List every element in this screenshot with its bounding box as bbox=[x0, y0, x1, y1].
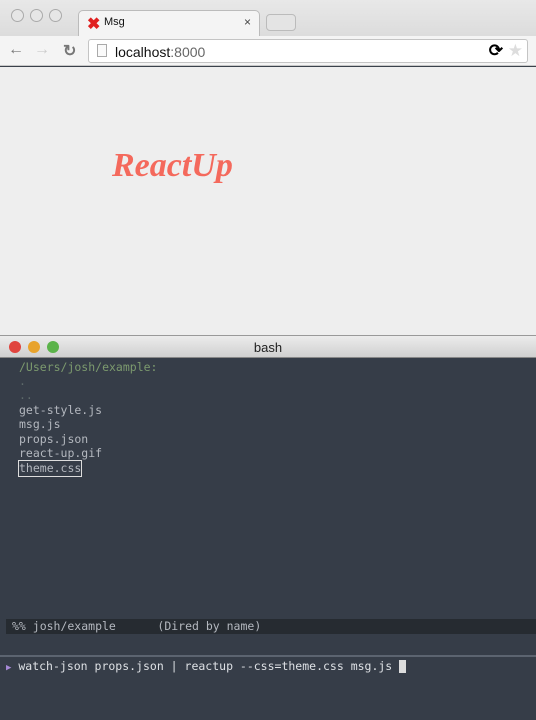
back-arrow-icon[interactable]: ← bbox=[8, 41, 24, 59]
tab-bar: ✖ Msg × bbox=[0, 0, 536, 36]
reactup-heading: ReactUp bbox=[112, 147, 233, 184]
dired-entry[interactable]: msg.js bbox=[19, 417, 61, 432]
dired-entry[interactable]: get-style.js bbox=[19, 403, 102, 418]
tab-title: Msg bbox=[104, 16, 125, 28]
text-cursor bbox=[399, 660, 407, 673]
dired-entry[interactable]: react-up.gif bbox=[19, 446, 102, 461]
reload-icon[interactable]: ↻ bbox=[63, 41, 76, 61]
forward-arrow-icon[interactable]: → bbox=[34, 41, 50, 59]
tab-close-icon[interactable]: × bbox=[244, 15, 251, 29]
page-content: ReactUp bbox=[0, 67, 536, 335]
close-window-button[interactable] bbox=[11, 9, 24, 22]
shell-command: watch-json props.json | reactup --css=th… bbox=[18, 659, 393, 673]
address-bar[interactable]: localhost:8000 ⟳ ★ bbox=[88, 39, 528, 63]
pane-divider bbox=[0, 655, 536, 657]
star-icon[interactable]: ★ bbox=[508, 41, 523, 61]
browser-toolbar: ← → ↻ localhost:8000 ⟳ ★ bbox=[0, 36, 536, 66]
url-text: localhost:8000 bbox=[115, 44, 206, 60]
dired-entry-selected[interactable]: theme.css bbox=[17, 460, 83, 477]
new-tab-button[interactable] bbox=[266, 14, 296, 31]
refresh-icon[interactable]: ⟳ bbox=[489, 41, 503, 61]
tab-msg[interactable]: ✖ Msg × bbox=[78, 10, 260, 36]
shell-prompt[interactable]: ▶ watch-json props.json | reactup --css=… bbox=[6, 658, 407, 676]
zoom-window-button[interactable] bbox=[49, 9, 62, 22]
prompt-arrow-icon: ▶ bbox=[6, 663, 12, 673]
dired-header: /Users/josh/example: bbox=[19, 360, 158, 374]
page-icon bbox=[97, 44, 107, 57]
minimize-window-button[interactable] bbox=[30, 9, 43, 22]
terminal-title: bash bbox=[253, 340, 283, 355]
dired-entry[interactable]: . bbox=[19, 374, 26, 389]
favicon-x-icon: ✖ bbox=[87, 16, 101, 33]
dired-entry[interactable]: props.json bbox=[19, 432, 88, 447]
terminal[interactable]: /Users/josh/example: . .. get-style.js m… bbox=[0, 358, 536, 720]
terminal-titlebar: bash bbox=[0, 335, 536, 358]
emacs-modeline: %% josh/example (Dired by name) bbox=[6, 619, 536, 634]
dired-entry[interactable]: .. bbox=[19, 388, 33, 403]
